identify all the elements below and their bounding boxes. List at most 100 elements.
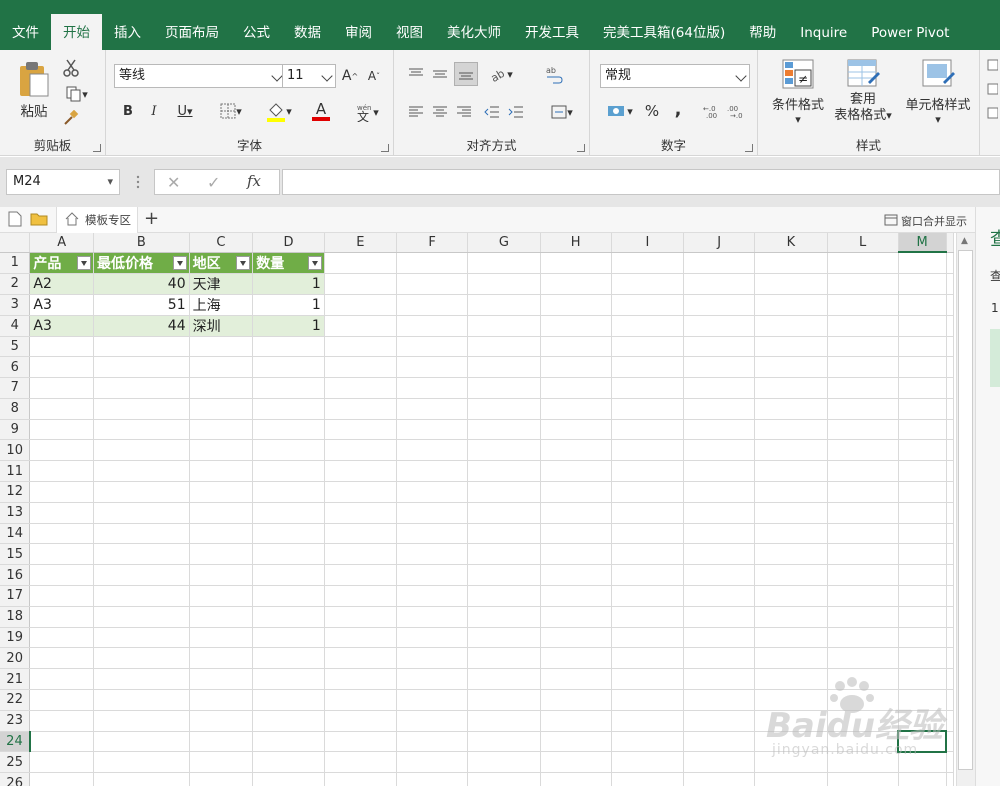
- cell[interactable]: [324, 336, 398, 358]
- cell[interactable]: [611, 294, 685, 316]
- cell[interactable]: [189, 398, 254, 420]
- cell[interactable]: [29, 439, 95, 462]
- cell[interactable]: [396, 543, 469, 566]
- row-header[interactable]: 11: [0, 460, 31, 483]
- cancel-icon[interactable]: ✕: [167, 173, 180, 192]
- cell[interactable]: [827, 585, 899, 607]
- cell[interactable]: [540, 356, 612, 379]
- cell[interactable]: [252, 419, 325, 441]
- cell[interactable]: [540, 419, 612, 441]
- cell[interactable]: [467, 460, 541, 483]
- cell[interactable]: [754, 585, 828, 607]
- cell[interactable]: [396, 710, 469, 732]
- cell[interactable]: [898, 523, 947, 545]
- cell[interactable]: [29, 336, 95, 358]
- cell[interactable]: [898, 460, 947, 483]
- cell[interactable]: [946, 356, 954, 379]
- percent-button[interactable]: %: [642, 100, 662, 122]
- cell[interactable]: [946, 564, 954, 587]
- cell[interactable]: [324, 294, 398, 316]
- phonetic-button[interactable]: wén 文 ▾: [350, 100, 384, 124]
- bold-button[interactable]: B: [118, 100, 138, 122]
- cell[interactable]: [611, 419, 685, 441]
- cell[interactable]: [683, 606, 756, 628]
- cell[interactable]: [754, 460, 828, 483]
- cell[interactable]: [611, 689, 685, 711]
- cell[interactable]: [827, 419, 899, 441]
- cell[interactable]: [754, 252, 828, 274]
- cell[interactable]: [467, 294, 541, 316]
- cell[interactable]: [683, 523, 756, 545]
- cell[interactable]: [189, 502, 254, 524]
- cell[interactable]: [29, 460, 95, 483]
- cell[interactable]: [898, 543, 947, 566]
- cell[interactable]: [189, 356, 254, 379]
- row-header[interactable]: 3: [0, 294, 31, 316]
- column-header[interactable]: I: [611, 233, 685, 253]
- cell[interactable]: [324, 772, 398, 786]
- cell[interactable]: [189, 689, 254, 711]
- cell[interactable]: [898, 647, 947, 670]
- cell[interactable]: [324, 460, 398, 483]
- cell[interactable]: [611, 356, 685, 379]
- cell[interactable]: [540, 398, 612, 420]
- row-header[interactable]: 18: [0, 606, 31, 628]
- cell[interactable]: [396, 606, 469, 628]
- row-header[interactable]: 24: [0, 731, 31, 753]
- cell[interactable]: [467, 543, 541, 566]
- italic-button[interactable]: I: [144, 100, 164, 122]
- cell[interactable]: [396, 668, 469, 691]
- align-right-button[interactable]: [454, 102, 474, 122]
- align-left-button[interactable]: [406, 102, 426, 122]
- cell[interactable]: [898, 627, 947, 649]
- cell[interactable]: [683, 419, 756, 441]
- cell[interactable]: [540, 377, 612, 399]
- cell[interactable]: [252, 523, 325, 545]
- cell[interactable]: [898, 273, 947, 295]
- increase-decimal-button[interactable]: ←.0.00: [702, 100, 722, 122]
- cell[interactable]: [396, 731, 469, 753]
- format-painter-button[interactable]: [60, 108, 82, 128]
- cell[interactable]: [611, 564, 685, 587]
- cell[interactable]: [467, 564, 541, 587]
- cell[interactable]: [252, 689, 325, 711]
- cell[interactable]: [754, 419, 828, 441]
- cell[interactable]: [540, 523, 612, 545]
- cell[interactable]: [93, 377, 190, 399]
- cell[interactable]: [324, 481, 398, 503]
- cell[interactable]: [898, 294, 947, 316]
- cell[interactable]: [189, 731, 254, 753]
- row-header[interactable]: 23: [0, 710, 31, 732]
- cell[interactable]: [827, 336, 899, 358]
- cell[interactable]: [754, 481, 828, 503]
- cell[interactable]: 40: [93, 273, 190, 295]
- cell[interactable]: [29, 543, 95, 566]
- cell[interactable]: [396, 460, 469, 483]
- cell[interactable]: [827, 377, 899, 399]
- cell[interactable]: [324, 627, 398, 649]
- cell[interactable]: [611, 336, 685, 358]
- cell[interactable]: [946, 647, 954, 670]
- ribbon-tab[interactable]: 文件: [0, 16, 51, 50]
- cell[interactable]: [540, 731, 612, 753]
- cell[interactable]: [540, 585, 612, 607]
- cell[interactable]: [252, 502, 325, 524]
- cell[interactable]: [467, 647, 541, 670]
- cell[interactable]: [467, 585, 541, 607]
- cell[interactable]: [898, 398, 947, 420]
- cell[interactable]: [754, 627, 828, 649]
- cell[interactable]: 1: [252, 315, 325, 337]
- filter-dropdown-icon[interactable]: [172, 255, 187, 270]
- cell[interactable]: [540, 564, 612, 587]
- align-bottom-button[interactable]: [454, 62, 478, 86]
- cell[interactable]: [611, 481, 685, 503]
- cell[interactable]: [540, 460, 612, 483]
- cell[interactable]: [827, 772, 899, 786]
- cell[interactable]: [252, 647, 325, 670]
- ribbon-overflow[interactable]: [984, 56, 1000, 136]
- cell[interactable]: [611, 523, 685, 545]
- cell[interactable]: [396, 647, 469, 670]
- cell[interactable]: [467, 398, 541, 420]
- ribbon-tab[interactable]: 视图: [384, 16, 435, 50]
- cell[interactable]: [467, 523, 541, 545]
